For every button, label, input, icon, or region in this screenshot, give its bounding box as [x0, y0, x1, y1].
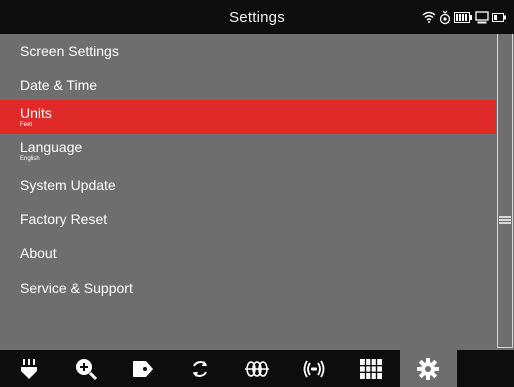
menu-item-label: Factory Reset	[20, 211, 108, 227]
menu-item-about[interactable]: About	[0, 236, 496, 270]
scrollbar[interactable]	[496, 34, 514, 350]
sonde-icon[interactable]	[285, 350, 342, 387]
monitor-icon	[475, 10, 489, 24]
menu-item-label: Screen Settings	[20, 43, 119, 59]
title-bar: Settings	[0, 0, 514, 34]
menu-item-date-time[interactable]: Date & Time	[0, 68, 496, 102]
menu-item-label: Language	[20, 139, 83, 155]
gps-icon	[439, 10, 451, 25]
menu-item-label: About	[20, 245, 57, 261]
bottom-toolbar	[0, 350, 514, 387]
scrollbar-thumb[interactable]	[499, 216, 511, 224]
rotate-icon[interactable]	[171, 350, 228, 387]
grid-icon[interactable]	[343, 350, 400, 387]
menu-item-value: Feet	[20, 122, 33, 128]
menu-item-service-support[interactable]: Service & Support	[0, 271, 496, 305]
menu-item-language[interactable]: Language English	[0, 134, 496, 168]
battery-small-icon	[492, 12, 506, 22]
status-icons	[422, 9, 506, 25]
scrollbar-track[interactable]	[497, 34, 513, 348]
wifi-icon	[422, 11, 436, 23]
menu-item-system-update[interactable]: System Update	[0, 168, 496, 202]
menu-item-value: English	[20, 156, 40, 162]
menu-item-label: Units	[20, 105, 52, 121]
settings-menu: Screen Settings Date & Time Units Feet L…	[0, 34, 496, 350]
menu-item-factory-reset[interactable]: Factory Reset	[0, 202, 496, 236]
menu-item-label: Service & Support	[20, 280, 133, 296]
menu-item-screen-settings[interactable]: Screen Settings	[0, 34, 496, 68]
menu-item-label: Date & Time	[20, 77, 98, 93]
coil-icon[interactable]	[228, 350, 285, 387]
probe-icon[interactable]	[0, 350, 57, 387]
menu-item-units[interactable]: Units Feet	[0, 100, 496, 134]
battery-icon	[454, 11, 472, 23]
menu-item-label: System Update	[20, 177, 116, 193]
page-title: Settings	[229, 8, 285, 26]
gear-icon[interactable]	[399, 350, 457, 387]
zoom-in-icon[interactable]	[57, 350, 114, 387]
tag-icon[interactable]	[114, 350, 171, 387]
